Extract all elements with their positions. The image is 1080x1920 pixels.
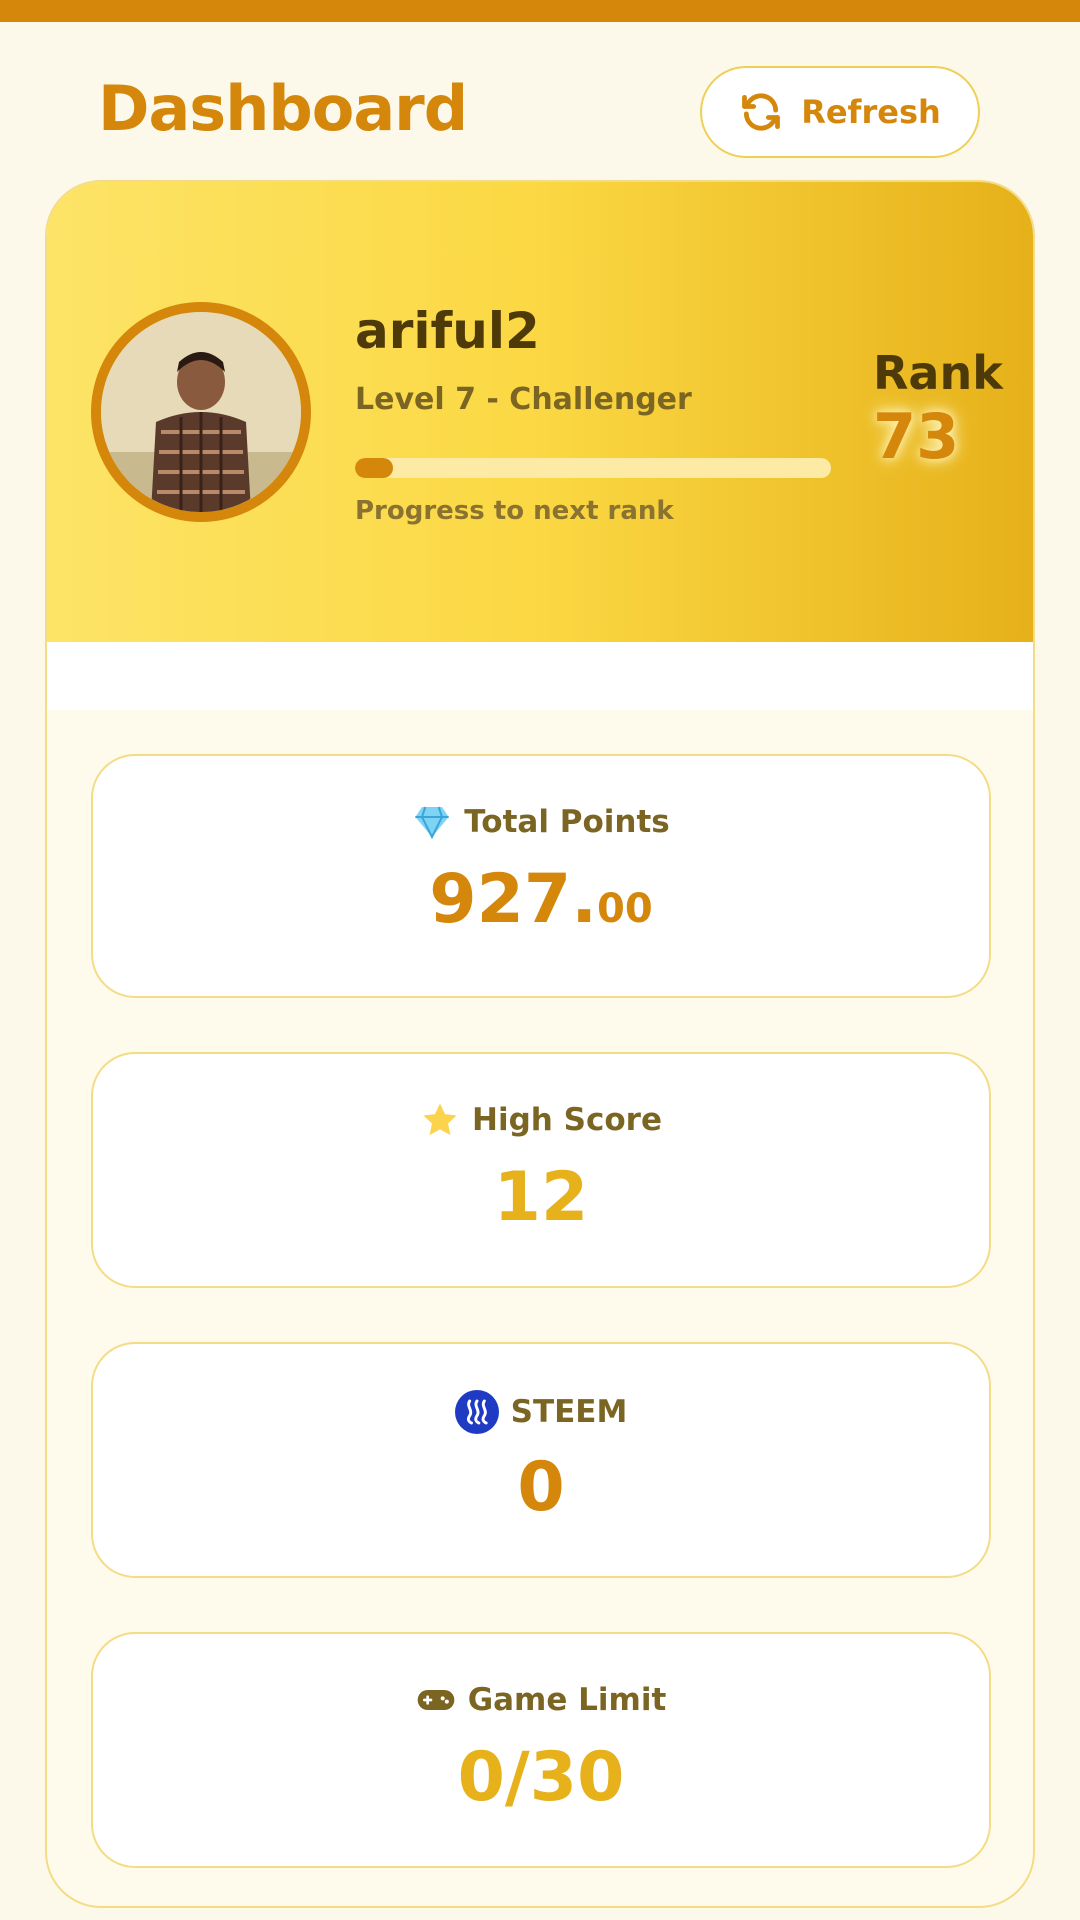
star-icon xyxy=(423,1103,457,1136)
rank-label: Rank xyxy=(873,346,1003,400)
total-points-value: 927.00 xyxy=(93,860,989,939)
steem-icon xyxy=(454,1390,499,1434)
refresh-icon xyxy=(742,93,781,131)
page-title: Dashboard xyxy=(98,72,468,145)
steem-value: 0 xyxy=(517,1448,565,1527)
username: ariful2 xyxy=(355,302,540,360)
high-score-card: High Score 12 xyxy=(91,1052,991,1288)
refresh-button[interactable]: Refresh xyxy=(700,66,980,158)
rank-value: 73 xyxy=(873,400,960,473)
total-points-card: Total Points 927.00 xyxy=(91,754,991,998)
steem-card: STEEM 0 xyxy=(91,1342,991,1578)
dashboard-card: ariful2 Level 7 - Challenger Progress to… xyxy=(45,180,1035,1908)
profile-banner: ariful2 Level 7 - Challenger Progress to… xyxy=(47,182,1033,642)
high-score-value: 12 xyxy=(493,1158,589,1237)
high-score-label: High Score xyxy=(472,1102,662,1138)
refresh-label: Refresh xyxy=(801,93,941,131)
total-points-integer: 927. xyxy=(429,860,598,939)
avatar-photo xyxy=(101,312,301,512)
rank-progress-fill xyxy=(355,458,394,478)
top-accent-bar xyxy=(0,0,1080,22)
game-limit-value: 0/30 xyxy=(457,1738,625,1817)
level-text: Level 7 - Challenger xyxy=(355,382,692,417)
avatar[interactable] xyxy=(91,302,311,522)
steem-label: STEEM xyxy=(510,1394,628,1430)
game-limit-card: Game Limit 0/30 xyxy=(91,1632,991,1868)
rank-progress-bar xyxy=(355,458,831,478)
gamepad-icon xyxy=(417,1690,455,1710)
progress-label: Progress to next rank xyxy=(355,496,674,526)
game-limit-label: Game Limit xyxy=(467,1682,667,1718)
gem-icon xyxy=(415,806,449,840)
total-points-label: Total Points xyxy=(464,804,670,840)
banner-spacer xyxy=(47,642,1033,710)
total-points-decimals: 00 xyxy=(597,886,653,932)
